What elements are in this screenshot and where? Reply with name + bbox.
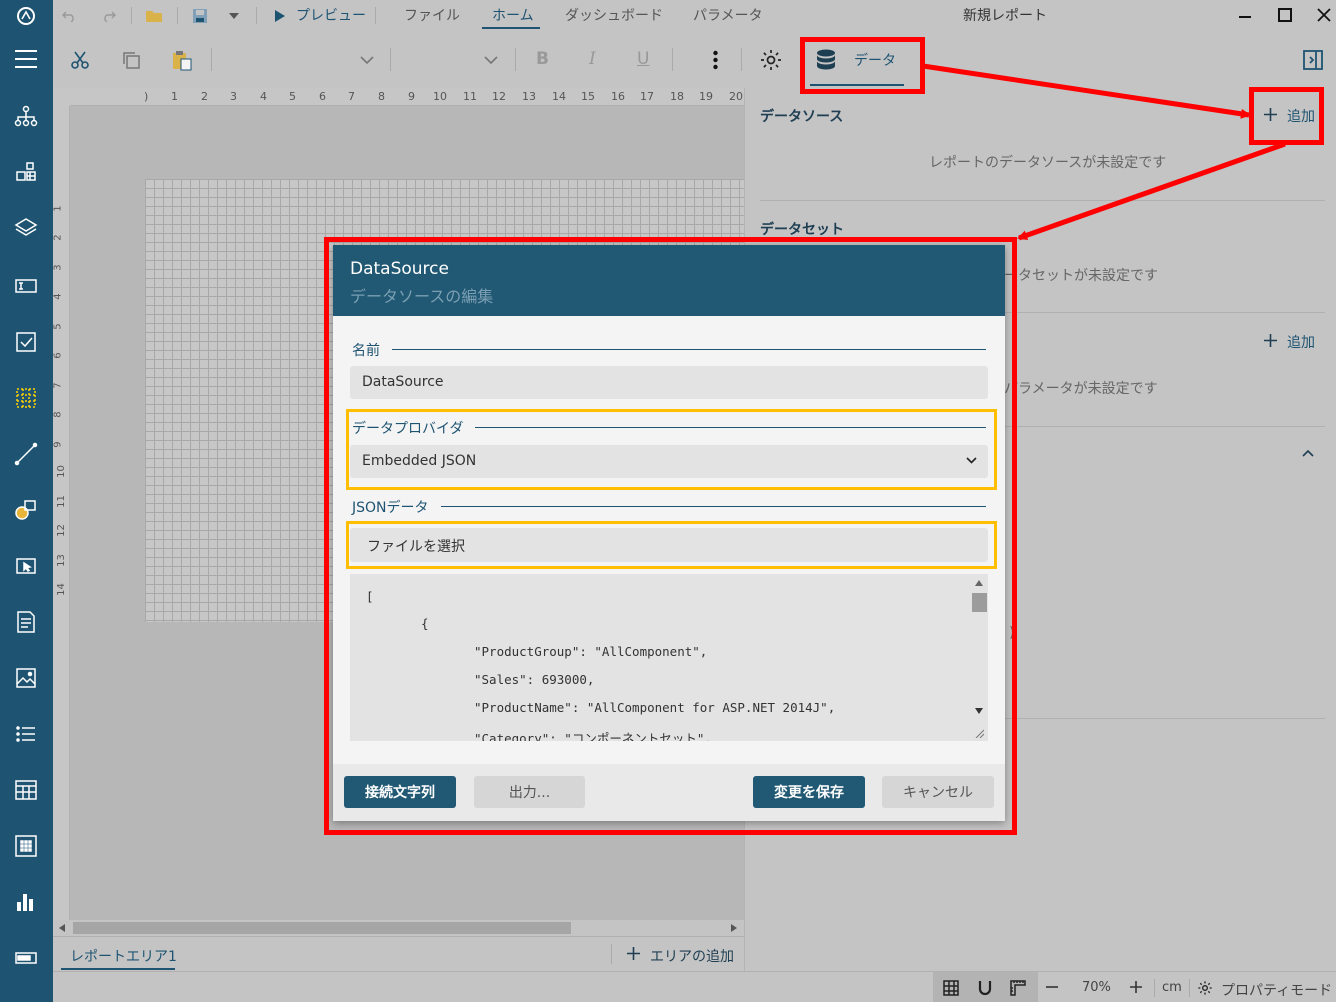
annotation-arrows (922, 63, 1286, 241)
